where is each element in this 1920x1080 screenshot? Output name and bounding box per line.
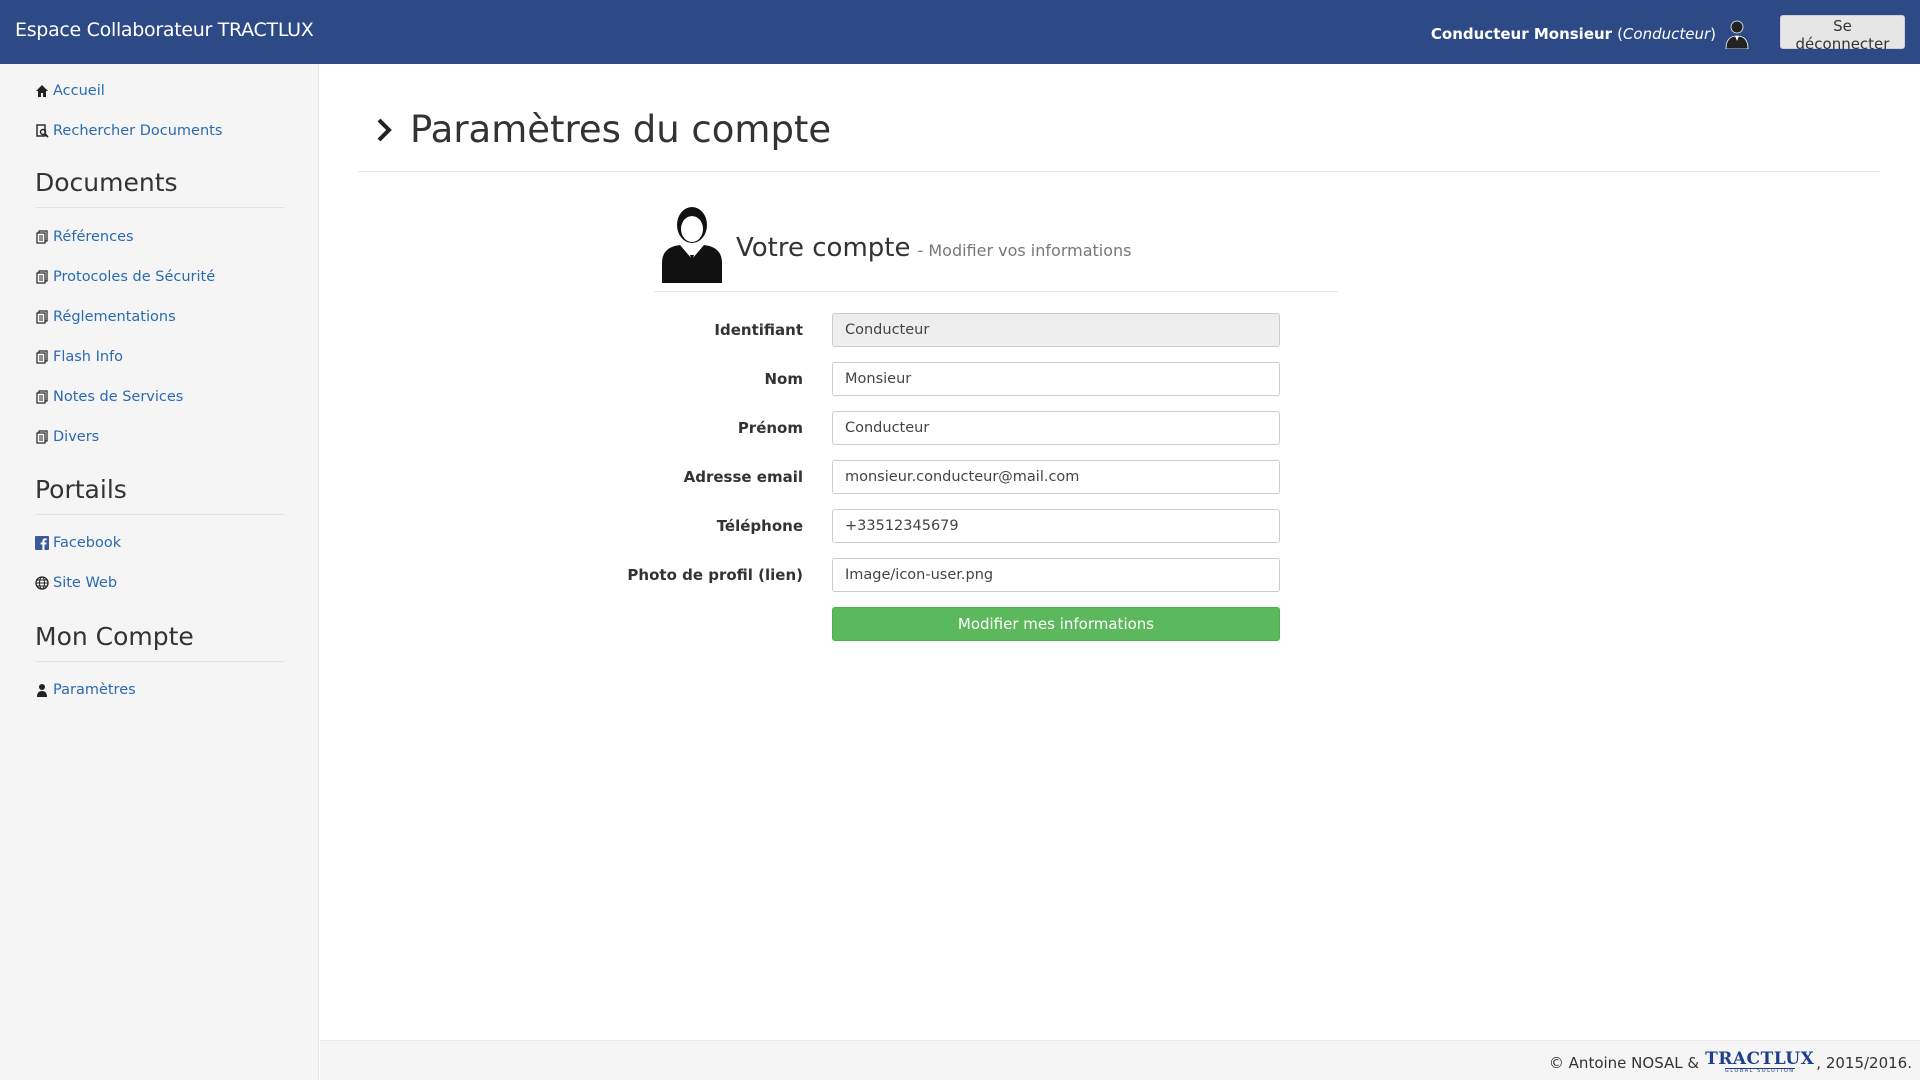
- page-title-text: Paramètres du compte: [410, 108, 832, 151]
- page-title: Paramètres du compte: [374, 108, 831, 151]
- footer: © Antoine NOSAL & TRACTLUX GLOBAL SOLUTI…: [320, 1040, 1920, 1080]
- form-row-nom: Nom: [600, 362, 1280, 396]
- copyright-text: © Antoine NOSAL &: [1548, 1053, 1700, 1072]
- account-heading: Votre compte: [736, 233, 911, 263]
- sidebar-item-label: Protocoles de Sécurité: [53, 269, 216, 285]
- account-subheading: - Modifier vos informations: [917, 240, 1132, 260]
- document-icon: [36, 270, 48, 284]
- search-document-icon: [36, 124, 49, 138]
- sidebar-item-label: Accueil: [53, 83, 105, 99]
- sidebar-item-divers[interactable]: Divers: [35, 429, 99, 445]
- sidebar-item-flash-info[interactable]: Flash Info: [35, 349, 123, 365]
- document-icon: [36, 350, 48, 364]
- facebook-icon: [35, 536, 49, 550]
- sidebar-header-documents: Documents: [35, 168, 285, 208]
- user-silhouette-icon: [1725, 20, 1749, 49]
- divider: [358, 171, 1880, 172]
- sidebar-header-mon-compte: Mon Compte: [35, 622, 285, 662]
- chevron-right-icon: [377, 118, 392, 141]
- form-row-prenom: Prénom: [600, 411, 1280, 445]
- sidebar-item-protocoles[interactable]: Protocoles de Sécurité: [35, 269, 215, 285]
- sidebar-item-facebook[interactable]: Facebook: [35, 535, 121, 551]
- sidebar-header-portails: Portails: [35, 475, 285, 515]
- telephone-field[interactable]: [832, 509, 1280, 543]
- field-label: Photo de profil (lien): [627, 566, 803, 584]
- sidebar-item-rechercher-documents[interactable]: Rechercher Documents: [35, 123, 222, 139]
- user-avatar-icon: [662, 207, 722, 283]
- sidebar-item-label: Réglementations: [53, 309, 176, 325]
- user-icon: [37, 684, 47, 697]
- form-row-photo: Photo de profil (lien): [600, 558, 1280, 592]
- field-label: Téléphone: [716, 517, 803, 535]
- form-row-email: Adresse email: [600, 460, 1280, 494]
- user-role: (Conducteur): [1617, 25, 1716, 43]
- globe-icon: [35, 576, 49, 590]
- user-name: Conducteur Monsieur: [1430, 25, 1613, 43]
- document-icon: [36, 230, 48, 244]
- field-label: Identifiant: [714, 321, 803, 339]
- field-label: Prénom: [737, 419, 803, 437]
- document-icon: [36, 390, 48, 404]
- sidebar: Accueil Rechercher Documents Documents R…: [0, 64, 319, 1080]
- top-navbar: Espace Collaborateur TRACTLUX Conducteur…: [0, 0, 1920, 64]
- form-row-telephone: Téléphone: [600, 509, 1280, 543]
- sidebar-item-site-web[interactable]: Site Web: [35, 575, 117, 591]
- logout-button[interactable]: Se déconnecter: [1780, 15, 1905, 53]
- sidebar-item-label: Site Web: [53, 575, 118, 591]
- home-icon: [36, 85, 48, 97]
- current-user: Conducteur Monsieur (Conducteur): [1431, 19, 1750, 49]
- footer-year: , 2015/2016.: [1816, 1053, 1912, 1072]
- app-title[interactable]: Espace Collaborateur TRACTLUX: [15, 19, 314, 41]
- form-row-identifiant: Identifiant: [600, 313, 1280, 347]
- photo-link-field[interactable]: [832, 558, 1280, 592]
- sidebar-item-notes-de-services[interactable]: Notes de Services: [35, 389, 183, 405]
- sidebar-item-label: Références: [53, 229, 134, 245]
- sidebar-item-label: Paramètres: [53, 682, 136, 698]
- document-icon: [36, 310, 48, 324]
- email-field[interactable]: [832, 460, 1280, 494]
- sidebar-item-accueil[interactable]: Accueil: [35, 83, 105, 99]
- document-icon: [36, 430, 48, 444]
- nom-field[interactable]: [832, 362, 1280, 396]
- tractlux-logo: TRACTLUX GLOBAL SOLUTION: [1705, 1049, 1815, 1074]
- sidebar-item-reglementations[interactable]: Réglementations: [35, 309, 176, 325]
- submit-button[interactable]: Modifier mes informations: [832, 607, 1280, 641]
- sidebar-item-label: Divers: [53, 429, 100, 445]
- sidebar-item-parametres[interactable]: Paramètres: [35, 682, 136, 698]
- sidebar-item-label: Rechercher Documents: [53, 123, 223, 139]
- field-label: Nom: [764, 370, 804, 388]
- sidebar-item-references[interactable]: Références: [35, 229, 134, 245]
- sidebar-item-label: Flash Info: [53, 349, 124, 365]
- divider: [654, 291, 1338, 292]
- sidebar-item-label: Notes de Services: [53, 389, 184, 405]
- prenom-field[interactable]: [832, 411, 1280, 445]
- account-header: Votre compte - Modifier vos informations: [660, 203, 1131, 283]
- sidebar-item-label: Facebook: [53, 535, 122, 551]
- footer-text: © Antoine NOSAL & TRACTLUX GLOBAL SOLUTI…: [1549, 1051, 1912, 1074]
- field-label: Adresse email: [683, 468, 803, 486]
- identifiant-field[interactable]: [832, 313, 1280, 347]
